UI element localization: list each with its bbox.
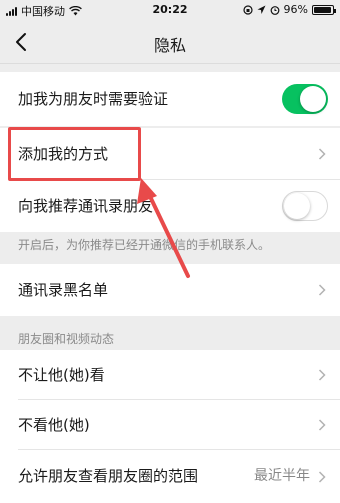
add-methods-row[interactable]: 添加我的方式: [0, 128, 340, 180]
navigation-bar: 隐私: [0, 20, 340, 64]
alarm-icon: [270, 5, 279, 15]
recommend-contacts-toggle[interactable]: [282, 191, 328, 221]
battery-percent: 96%: [283, 3, 308, 16]
add-methods-label: 添加我的方式: [18, 145, 109, 163]
blacklist-label: 通讯录黑名单: [18, 281, 109, 299]
orientation-lock-icon: [242, 4, 253, 15]
chevron-right-icon: [318, 369, 326, 381]
status-right: 96%: [242, 3, 336, 16]
hide-my-moments-row[interactable]: 不让他(她)看: [0, 350, 340, 400]
hide-their-moments-row[interactable]: 不看他(她): [0, 400, 340, 450]
chevron-right-icon: [318, 419, 326, 431]
status-bar: 中国移动 20:22 96%: [0, 0, 340, 20]
toggle-knob: [284, 193, 310, 219]
hide-their-moments-label: 不看他(她): [18, 416, 90, 434]
toggle-knob: [300, 86, 326, 112]
moments-range-label: 允许朋友查看朋友圈的范围: [18, 467, 199, 485]
verify-toggle[interactable]: [282, 84, 328, 114]
battery-icon: [312, 4, 336, 15]
moments-range-value: 最近半年: [254, 468, 310, 484]
recommend-hint-text: 开启后，为你推荐已经开通微信的手机联系人。: [18, 238, 271, 252]
page-title: 隐私: [153, 36, 186, 55]
recommend-contacts-row: 向我推荐通讯录朋友: [0, 180, 340, 232]
moments-range-row[interactable]: 允许朋友查看朋友圈的范围 最近半年: [0, 450, 340, 503]
chevron-right-icon: [318, 284, 326, 296]
recommend-contacts-label: 向我推荐通讯录朋友: [18, 197, 154, 215]
chevron-right-icon: [318, 470, 326, 483]
blacklist-row[interactable]: 通讯录黑名单: [0, 264, 340, 316]
location-icon: [257, 5, 266, 14]
moments-section-header: 朋友圈和视频动态: [18, 332, 115, 346]
hide-my-moments-label: 不让他(她)看: [18, 366, 105, 384]
verify-setting-label: 加我为朋友时需要验证: [18, 90, 169, 108]
verify-setting-row: 加我为朋友时需要验证: [0, 72, 340, 126]
chevron-right-icon: [318, 148, 326, 160]
